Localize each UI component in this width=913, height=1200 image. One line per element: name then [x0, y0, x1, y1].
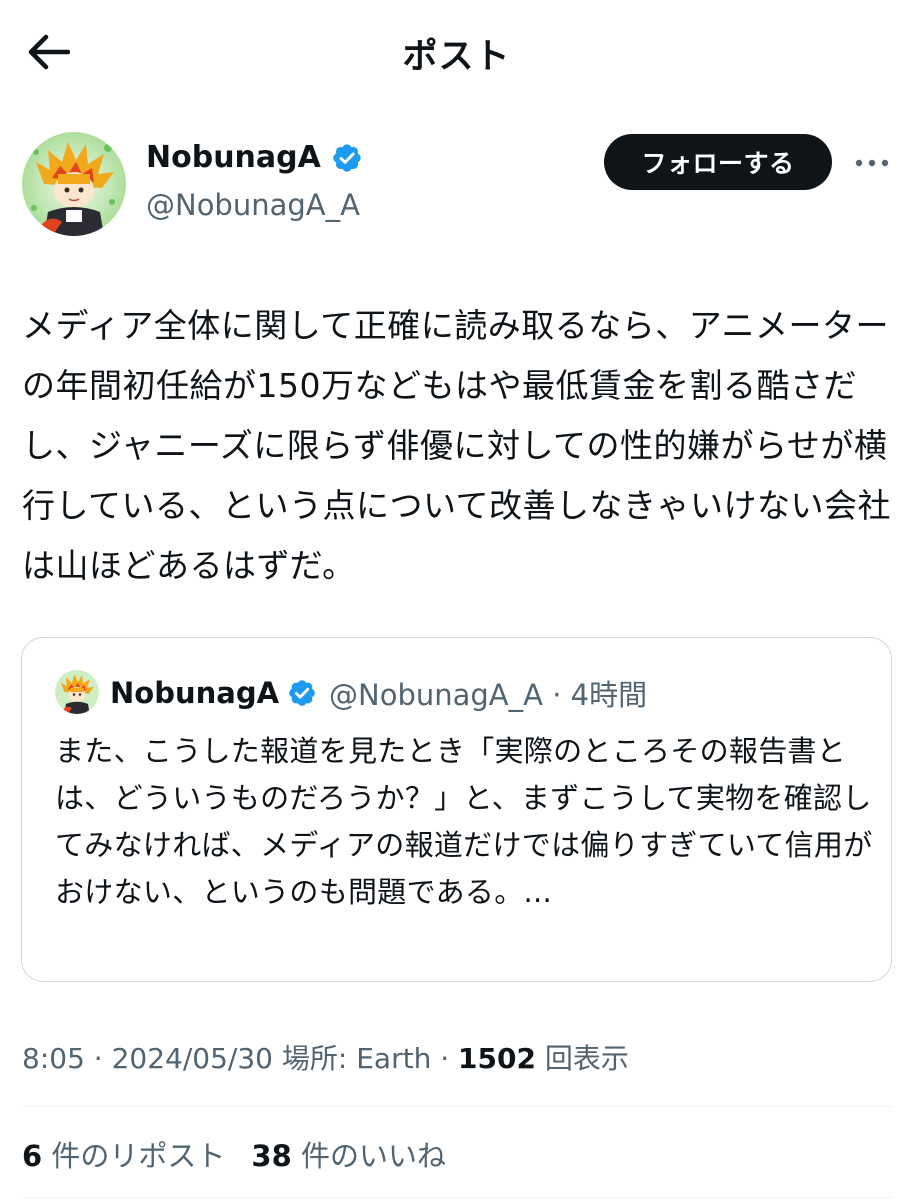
views-label: 回表示 [544, 1042, 629, 1075]
quoted-time: 4時間 [570, 678, 648, 712]
post-location: 場所: Earth [281, 1042, 432, 1075]
author-handle[interactable]: @NobunagA_A [146, 188, 360, 222]
divider [22, 1106, 892, 1107]
reposts-stat[interactable]: 6 件のリポスト [22, 1133, 225, 1175]
verified-badge-icon [333, 143, 361, 172]
engagement-stats: 6 件のリポスト 38 件のいいね [22, 1133, 446, 1175]
more-options-button[interactable] [852, 146, 892, 180]
quoted-avatar [55, 670, 99, 714]
quoted-meta: @NobunagA_A · 4時間 [329, 678, 648, 712]
follow-button[interactable]: フォローする [604, 134, 832, 190]
post-meta: 8:05 · 2024/05/30 場所: Earth · 1502 回表示 [22, 1042, 629, 1075]
quoted-author-name: NobunagA [110, 676, 280, 710]
avatar[interactable] [22, 132, 126, 236]
verified-badge-icon [289, 680, 315, 706]
reposts-label: 件のリポスト [51, 1139, 226, 1173]
quoted-avatar-image [55, 670, 99, 714]
quoted-header: NobunagA @NobunagA_A · 4時間 [110, 672, 647, 714]
likes-count: 38 [251, 1139, 292, 1173]
post-text: メディア全体に関して正確に読み取るなら、アニメーターの年間初任給が150万なども… [22, 306, 892, 585]
author-name-row: NobunagA [146, 140, 363, 175]
post-date: 2024/05/30 [111, 1042, 273, 1075]
quoted-handle: @NobunagA_A [329, 678, 543, 712]
likes-stat[interactable]: 38 件のいいね [251, 1133, 446, 1175]
post-time: 8:05 [22, 1042, 85, 1075]
quoted-text: また、こうした報道を見たとき「実際のところその報告書とは、どういうものだろうか？… [55, 734, 873, 909]
page-title: ポスト [402, 37, 511, 77]
author-name[interactable]: NobunagA [146, 140, 321, 175]
views-count: 1502 [458, 1042, 536, 1075]
quoted-post-card[interactable]: NobunagA @NobunagA_A · 4時間 また、こうした報道を見たと… [21, 637, 892, 982]
reposts-count: 6 [22, 1139, 43, 1173]
likes-label: 件のいいね [301, 1139, 447, 1173]
divider [22, 1197, 892, 1198]
top-bar: ポスト [0, 0, 913, 104]
avatar-image [22, 132, 126, 236]
more-horizontal-icon [855, 159, 889, 167]
